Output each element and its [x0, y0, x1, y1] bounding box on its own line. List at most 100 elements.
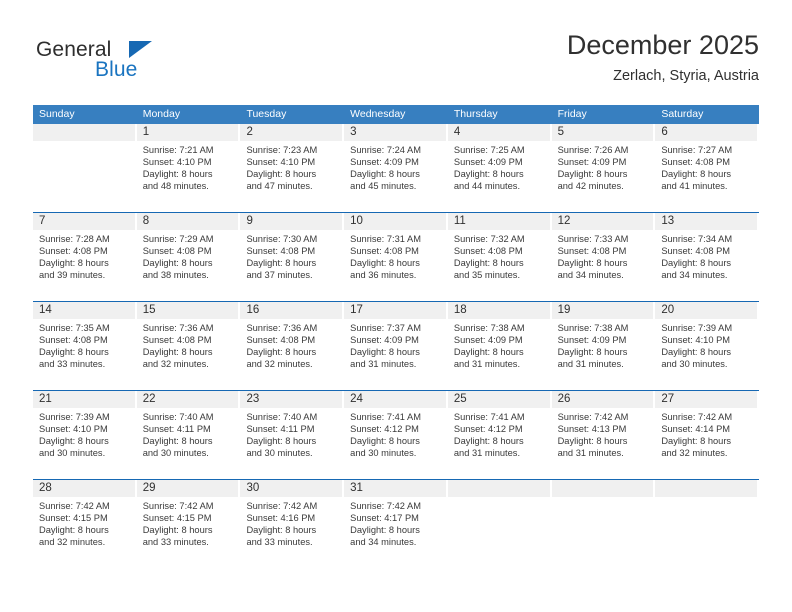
sunset-text: Sunset: 4:08 PM	[246, 335, 316, 346]
daylight-text-line2: and 41 minutes.	[661, 181, 728, 192]
day-cell[interactable]: 31 Sunrise: 7:42 AM Sunset: 4:17 PM Dayligh…	[344, 480, 448, 568]
daylight-text-line1: Daylight: 8 hours	[661, 169, 732, 180]
day-cell[interactable]: 22 Sunrise: 7:40 AM Sunset: 4:11 PM Dayligh…	[136, 391, 241, 479]
calendar-page: General Blue December 2025 Zerlach, Styr…	[0, 0, 792, 612]
day-cell[interactable]: 19 Sunrise: 7:38 AM Sunset: 4:09 PM Dayligh…	[551, 302, 656, 390]
day-number: 30	[246, 482, 260, 494]
daylight-text-line2: and 32 minutes.	[246, 359, 313, 370]
daylight-text-line2: and 47 minutes.	[246, 181, 313, 192]
sunrise-text: Sunrise: 7:41 AM	[453, 412, 525, 422]
day-cell[interactable]: 20 Sunrise: 7:39 AM Sunset: 4:10 PM Dayligh…	[655, 302, 760, 390]
sunrise-text: Sunrise: 7:35 AM	[39, 323, 110, 333]
day-cell[interactable]: 30 Sunrise: 7:42 AM Sunset: 4:16 PM Dayligh…	[240, 480, 345, 568]
weekday-header-wednesday: Wednesday	[350, 108, 406, 120]
day-cell[interactable]: 5 Sunrise: 7:26 AM Sunset: 4:09 PM Daylight…	[551, 124, 656, 212]
day-cell[interactable]: 18 Sunrise: 7:38 AM Sunset: 4:09 PM Dayligh…	[447, 302, 552, 390]
day-cell[interactable]: 26 Sunrise: 7:42 AM Sunset: 4:13 PM Dayligh…	[551, 391, 656, 479]
day-sun-info: Sunrise: 7:31 AM Sunset: 4:08 PM Daylight:…	[344, 230, 448, 281]
day-cell[interactable]: 14 Sunrise: 7:35 AM Sunset: 4:08 PM Dayligh…	[33, 302, 137, 390]
day-sun-info: Sunrise: 7:38 AM Sunset: 4:09 PM Daylight:…	[448, 319, 552, 370]
daylight-text-line1: Daylight: 8 hours	[142, 525, 213, 536]
sunset-text: Sunset: 4:08 PM	[142, 246, 212, 257]
daylight-text-line1: Daylight: 8 hours	[453, 258, 524, 269]
sunrise-text: Sunrise: 7:39 AM	[661, 323, 733, 333]
sunset-text: Sunset: 4:08 PM	[453, 246, 523, 257]
day-cell[interactable]: 4 Sunrise: 7:25 AM Sunset: 4:09 PM Daylight…	[447, 124, 552, 212]
daylight-text-line1: Daylight: 8 hours	[142, 169, 213, 180]
day-number-band: 29	[136, 480, 239, 497]
brand-logo[interactable]: General Blue	[33, 36, 233, 94]
day-cell[interactable]: 13 Sunrise: 7:34 AM Sunset: 4:08 PM Dayligh…	[655, 213, 760, 301]
calendar-week-cells: 14 Sunrise: 7:35 AM Sunset: 4:08 PM Dayligh…	[33, 302, 760, 390]
day-cell[interactable]: 29 Sunrise: 7:42 AM Sunset: 4:15 PM Dayligh…	[136, 480, 241, 568]
sunset-text: Sunset: 4:09 PM	[453, 335, 523, 346]
daylight-text-line1: Daylight: 8 hours	[350, 347, 420, 358]
day-cell[interactable]: 1 Sunrise: 7:21 AM Sunset: 4:10 PM Daylight…	[136, 124, 241, 212]
day-sun-info: Sunrise: 7:41 AM Sunset: 4:12 PM Daylight:…	[448, 408, 552, 459]
sunset-text: Sunset: 4:12 PM	[453, 424, 523, 435]
sunset-text: Sunset: 4:17 PM	[350, 513, 419, 524]
page-subtitle: Zerlach, Styria, Austria	[613, 68, 759, 84]
day-number-band: 23	[240, 391, 343, 408]
sunrise-text: Sunrise: 7:41 AM	[350, 412, 421, 422]
day-number: 29	[142, 482, 156, 494]
day-cell[interactable]: 7 Sunrise: 7:28 AM Sunset: 4:08 PM Daylight…	[33, 213, 137, 301]
day-cell[interactable]: 9 Sunrise: 7:30 AM Sunset: 4:08 PM Daylight…	[240, 213, 345, 301]
daylight-text-line2: and 33 minutes.	[39, 359, 106, 370]
day-number: 24	[350, 393, 363, 405]
sunrise-text: Sunrise: 7:40 AM	[246, 412, 318, 422]
weekday-header-tuesday: Tuesday	[246, 108, 287, 120]
day-cell[interactable]: 6 Sunrise: 7:27 AM Sunset: 4:08 PM Daylight…	[655, 124, 760, 212]
sunset-text: Sunset: 4:09 PM	[557, 157, 627, 168]
sunrise-text: Sunrise: 7:42 AM	[557, 412, 629, 422]
daylight-text-line2: and 45 minutes.	[350, 181, 417, 192]
sunset-text: Sunset: 4:16 PM	[246, 513, 316, 524]
daylight-text-line1: Daylight: 8 hours	[142, 258, 213, 269]
calendar-week-row: 7 Sunrise: 7:28 AM Sunset: 4:08 PM Daylight…	[33, 212, 760, 301]
day-cell[interactable]: 28 Sunrise: 7:42 AM Sunset: 4:15 PM Dayligh…	[33, 480, 137, 568]
sunrise-text: Sunrise: 7:42 AM	[350, 501, 421, 511]
title-block: December 2025 Zerlach, Styria, Austria	[567, 28, 759, 86]
day-number: 22	[142, 393, 156, 405]
day-number-band: 10	[344, 213, 446, 230]
sunset-text: Sunset: 4:08 PM	[661, 157, 731, 168]
weekday-header-sunday: Sunday	[39, 108, 75, 120]
sunset-text: Sunset: 4:09 PM	[453, 157, 523, 168]
daylight-text-line1: Daylight: 8 hours	[246, 169, 317, 180]
day-number: 14	[39, 304, 52, 316]
sunrise-text: Sunrise: 7:33 AM	[557, 234, 629, 244]
sunset-text: Sunset: 4:09 PM	[350, 157, 419, 168]
day-cell[interactable]: 21 Sunrise: 7:39 AM Sunset: 4:10 PM Dayligh…	[33, 391, 137, 479]
day-cell[interactable]: 10 Sunrise: 7:31 AM Sunset: 4:08 PM Dayligh…	[344, 213, 448, 301]
weekday-header-row: Sunday Monday Tuesday Wednesday Thursday Frid…	[33, 105, 759, 124]
day-cell[interactable]: 2 Sunrise: 7:23 AM Sunset: 4:10 PM Daylight…	[240, 124, 345, 212]
day-sun-info: Sunrise: 7:42 AM Sunset: 4:15 PM Daylight:…	[33, 497, 137, 548]
daylight-text-line2: and 30 minutes.	[350, 448, 417, 459]
day-sun-info: Sunrise: 7:42 AM Sunset: 4:14 PM Daylight:…	[655, 408, 759, 459]
sunset-text: Sunset: 4:08 PM	[246, 246, 316, 257]
sunrise-text: Sunrise: 7:29 AM	[142, 234, 214, 244]
day-cell[interactable]: 8 Sunrise: 7:29 AM Sunset: 4:08 PM Daylight…	[136, 213, 241, 301]
day-cell[interactable]: 12 Sunrise: 7:33 AM Sunset: 4:08 PM Dayligh…	[551, 213, 656, 301]
sunset-text: Sunset: 4:08 PM	[39, 246, 108, 257]
day-number-band: 17	[344, 302, 446, 319]
day-cell[interactable]: 11 Sunrise: 7:32 AM Sunset: 4:08 PM Dayligh…	[447, 213, 552, 301]
daylight-text-line1: Daylight: 8 hours	[246, 436, 317, 447]
day-cell[interactable]: 24 Sunrise: 7:41 AM Sunset: 4:12 PM Dayligh…	[344, 391, 448, 479]
day-number-band: 28	[33, 480, 135, 497]
day-number: 4	[453, 126, 461, 138]
day-cell[interactable]: 3 Sunrise: 7:24 AM Sunset: 4:09 PM Daylight…	[344, 124, 448, 212]
day-cell[interactable]: 27 Sunrise: 7:42 AM Sunset: 4:14 PM Dayligh…	[655, 391, 760, 479]
calendar-week-row: 14 Sunrise: 7:35 AM Sunset: 4:08 PM Dayligh…	[33, 301, 760, 390]
day-cell[interactable]: 17 Sunrise: 7:37 AM Sunset: 4:09 PM Dayligh…	[344, 302, 448, 390]
sunset-text: Sunset: 4:09 PM	[350, 335, 419, 346]
day-cell[interactable]: 23 Sunrise: 7:40 AM Sunset: 4:11 PM Dayligh…	[240, 391, 345, 479]
page-header: General Blue December 2025 Zerlach, Styr…	[33, 28, 759, 96]
daylight-text-line2: and 34 minutes.	[350, 537, 417, 548]
day-cell[interactable]: 16 Sunrise: 7:36 AM Sunset: 4:08 PM Dayligh…	[240, 302, 345, 390]
day-number: 8	[142, 215, 150, 227]
calendar-week-cells: 28 Sunrise: 7:42 AM Sunset: 4:15 PM Dayligh…	[33, 480, 760, 568]
day-cell[interactable]: 25 Sunrise: 7:41 AM Sunset: 4:12 PM Dayligh…	[447, 391, 552, 479]
day-cell[interactable]: 15 Sunrise: 7:36 AM Sunset: 4:08 PM Dayligh…	[136, 302, 241, 390]
daylight-text-line1: Daylight: 8 hours	[661, 258, 732, 269]
